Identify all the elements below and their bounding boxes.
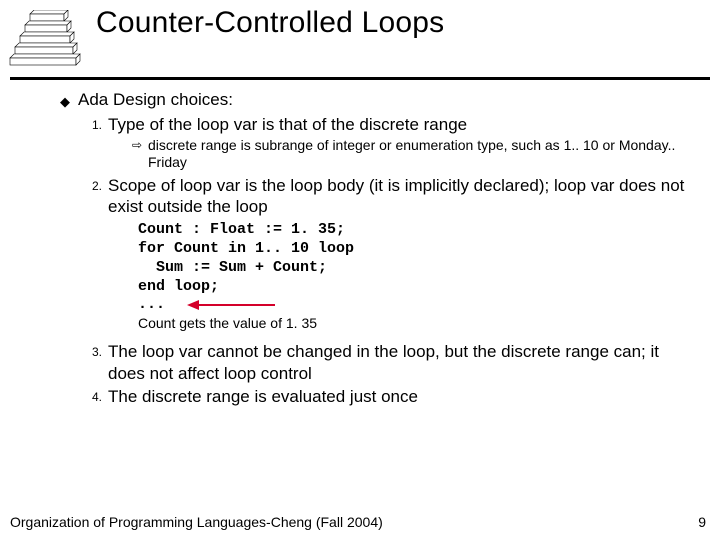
list-item: 3. The loop var cannot be changed in the… (82, 341, 700, 384)
list-item: 2. Scope of loop var is the loop body (i… (82, 175, 700, 218)
list-item: 4. The discrete range is evaluated just … (82, 386, 700, 407)
bullet-main: ◆ Ada Design choices: (60, 90, 700, 110)
item-number: 3. (82, 341, 102, 359)
item-number: 4. (82, 386, 102, 404)
sub-item-text: discrete range is subrange of integer or… (148, 137, 690, 171)
item-number: 2. (82, 175, 102, 193)
code-block: Count : Float := 1. 35; for Count in 1..… (138, 221, 700, 296)
code-caption: Count gets the value of 1. 35 (138, 315, 700, 331)
stacked-books-logo (8, 10, 86, 71)
sub-item: ⇨ discrete range is subrange of integer … (132, 137, 690, 171)
page-number: 9 (698, 514, 706, 530)
header: Counter-Controlled Loops (0, 0, 720, 71)
footer-text: Organization of Programming Languages-Ch… (10, 514, 383, 530)
content: ◆ Ada Design choices: 1. Type of the loo… (0, 90, 720, 407)
item-text: The loop var cannot be changed in the lo… (108, 341, 700, 384)
ellipsis: ... (138, 296, 165, 313)
bullet-diamond-icon: ◆ (60, 94, 78, 110)
item-number: 1. (82, 114, 102, 132)
ellipsis-row: ... (138, 296, 700, 313)
list-item: 1. Type of the loop var is that of the d… (82, 114, 700, 135)
title-rule (10, 77, 710, 80)
slide-title: Counter-Controlled Loops (96, 6, 444, 40)
bullet-label: Ada Design choices: (78, 90, 233, 110)
left-arrow-icon (187, 298, 277, 312)
item-text: The discrete range is evaluated just onc… (108, 386, 700, 407)
arrow-icon: ⇨ (132, 137, 148, 152)
item-text: Type of the loop var is that of the disc… (108, 114, 700, 135)
item-text: Scope of loop var is the loop body (it i… (108, 175, 700, 218)
